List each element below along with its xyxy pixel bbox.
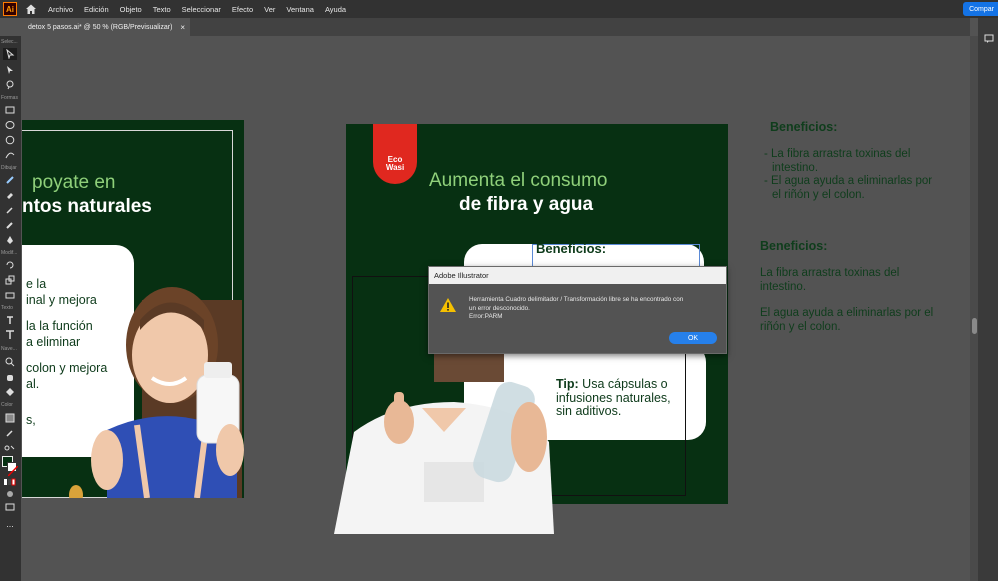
menu-seleccionar[interactable]: Seleccionar — [182, 5, 221, 14]
screen-mode-icon[interactable] — [3, 501, 17, 513]
side-note-line: intestino. — [760, 280, 807, 293]
lasso-tool-icon[interactable] — [3, 79, 17, 91]
gradient-tool-icon[interactable] — [3, 412, 17, 424]
rotate-tool-icon[interactable] — [3, 259, 17, 271]
draw-mode-icon[interactable] — [3, 488, 17, 500]
side-note-line: riñón y el colon. — [760, 320, 841, 333]
eco-wasi-logo — [373, 124, 417, 184]
artboard-2-headline-light: Aumenta el consumo — [429, 170, 608, 191]
more-tools-icon[interactable]: ... — [3, 518, 17, 530]
share-button[interactable]: Compar — [963, 2, 998, 16]
home-icon[interactable] — [25, 3, 37, 15]
side-note-line: La fibra arrastra toxinas del — [760, 267, 900, 279]
menu-objeto[interactable]: Objeto — [120, 5, 142, 14]
side-notes-2-title: Beneficios: — [760, 239, 828, 253]
tab-bar: detox 5 pasos.ai* @ 50 % (RGB/Previsuali… — [22, 18, 970, 36]
right-panel-dock — [978, 18, 998, 581]
error-dialog: Adobe Illustrator Herramienta Cuadro del… — [428, 266, 727, 354]
swap-colors-icon[interactable] — [3, 442, 17, 454]
menu-efecto[interactable]: Efecto — [232, 5, 253, 14]
artboard-tool-icon[interactable] — [3, 386, 17, 398]
side-note-line: - La fibra arrastra toxinas del — [764, 148, 911, 160]
vertical-scrollbar-thumb[interactable] — [972, 318, 977, 334]
dialog-message: Herramienta Cuadro delimitador / Transfo… — [469, 296, 721, 322]
hand-tool-icon[interactable] — [3, 371, 17, 383]
document-tab-title: detox 5 pasos.ai* @ 50 % (RGB/Previsuali… — [28, 23, 173, 31]
polygon-tool-icon[interactable] — [3, 134, 17, 146]
artboard-1-headline-bold: ntos naturales — [22, 196, 152, 217]
width-tool-icon[interactable] — [3, 289, 17, 301]
tool-group-selection-label: Selec... — [1, 39, 18, 45]
blob-brush-tool-icon[interactable] — [3, 219, 17, 231]
zoom-tool-icon[interactable] — [3, 356, 17, 368]
shaper-tool-icon[interactable] — [3, 149, 17, 161]
stroke-color-swatch[interactable] — [7, 462, 19, 477]
tool-group-modify-label: Modif... — [1, 250, 18, 256]
side-notes-2-text: La fibra arrastra toxinas del intestino.… — [760, 267, 933, 334]
artboard-1-headline-light: poyate en — [32, 172, 116, 193]
eco-wasi-logo-text: Eco Wasi — [379, 156, 411, 172]
side-note-line: - El agua ayuda a eliminarlas por — [764, 175, 933, 187]
menu-ventana[interactable]: Ventana — [286, 5, 314, 14]
close-tab-icon[interactable]: × — [180, 23, 185, 32]
vertical-scrollbar[interactable] — [970, 36, 978, 581]
brush-tool-icon[interactable] — [3, 204, 17, 216]
eyedropper-tool-icon[interactable] — [3, 427, 17, 439]
dialog-message-line: un error desconocido. — [469, 304, 530, 312]
side-notes-1-title: Beneficios: — [770, 120, 838, 134]
warning-icon — [440, 298, 456, 312]
dialog-message-line: Error:PARM — [469, 313, 503, 320]
tool-group-navigate-label: Nave... — [1, 346, 17, 352]
symbol-tool-icon[interactable] — [3, 314, 17, 326]
app-logo: Ai — [3, 2, 17, 16]
tool-group-draw-label: Dibujar — [1, 165, 17, 171]
pen-tool-icon[interactable] — [3, 234, 17, 246]
tool-group-shapes-label: Formas — [1, 95, 18, 101]
scale-tool-icon[interactable] — [3, 274, 17, 286]
side-note-line: intestino. — [772, 161, 819, 174]
menu-archivo[interactable]: Archivo — [48, 5, 73, 14]
eraser-tool-icon[interactable] — [3, 189, 17, 201]
rectangle-tool-icon[interactable] — [3, 104, 17, 116]
type-tool-icon[interactable] — [3, 329, 17, 341]
color-mode-icon[interactable] — [3, 476, 17, 488]
logo-line-2: Wasi — [385, 163, 405, 172]
selection-tool-icon[interactable] — [3, 48, 17, 60]
side-note-line: El agua ayuda a eliminarlas por el — [760, 307, 934, 319]
artboard-1[interactable]: poyate en ntos naturales e la inal y mej… — [22, 120, 244, 498]
woman-photo-image — [69, 287, 244, 498]
menu-bar: Ai Archivo Edición Objeto Texto Seleccio… — [0, 0, 998, 18]
comments-panel-icon[interactable] — [984, 34, 994, 44]
tool-group-color-label: Color — [1, 402, 13, 408]
side-note-line: el riñón y el colon. — [772, 188, 865, 201]
tool-group-type-label: Texto — [1, 305, 13, 311]
side-notes-1-text: - La fibra arrastra toxinas del intestin… — [764, 148, 932, 202]
menu-ayuda[interactable]: Ayuda — [325, 5, 346, 14]
dialog-message-line: Herramienta Cuadro delimitador / Transfo… — [469, 296, 684, 303]
woman-thumbs-up-photo — [334, 352, 554, 534]
ok-button[interactable]: OK — [669, 332, 717, 344]
tools-panel: Selec... Formas Dibujar Modif... Texto N… — [0, 36, 21, 581]
direct-selection-tool-icon[interactable] — [3, 64, 17, 76]
menu-edicion[interactable]: Edición — [84, 5, 109, 14]
ellipse-tool-icon[interactable] — [3, 119, 17, 131]
artboard-2-headline-bold: de fibra y agua — [459, 194, 594, 215]
menu-texto[interactable]: Texto — [153, 5, 171, 14]
benefits-card-title: Beneficios: — [536, 241, 607, 256]
document-tab[interactable]: detox 5 pasos.ai* @ 50 % (RGB/Previsuali… — [22, 18, 190, 36]
pencil-tool-icon[interactable] — [3, 174, 17, 186]
dialog-title: Adobe Illustrator — [429, 267, 726, 284]
menu-ver[interactable]: Ver — [264, 5, 275, 14]
